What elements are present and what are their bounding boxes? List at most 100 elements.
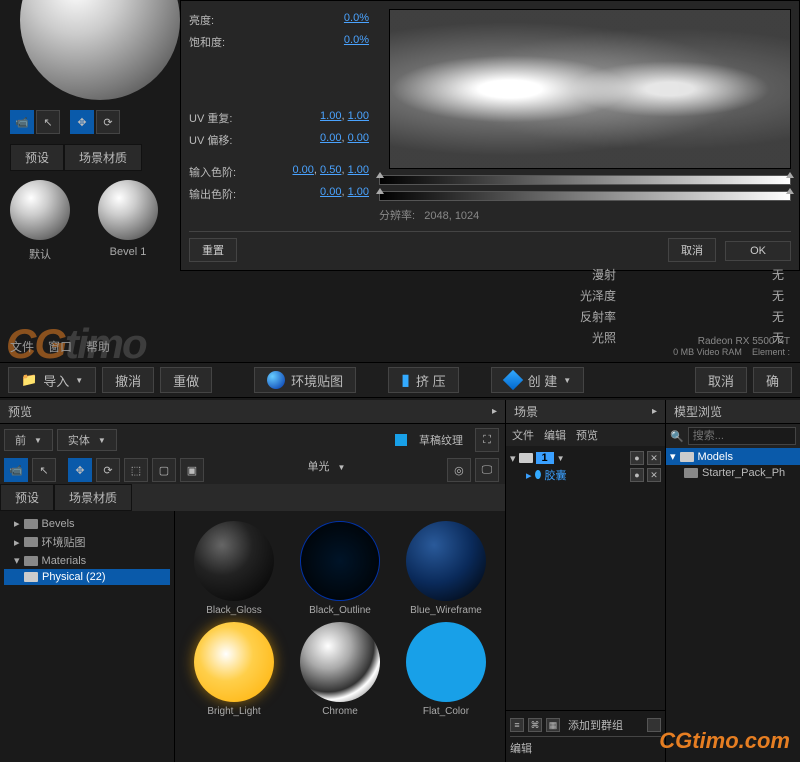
menu-window[interactable]: 窗口 [48, 338, 72, 354]
color-swatch[interactable] [395, 434, 407, 446]
scene-edit-label[interactable]: 编辑 [510, 740, 532, 756]
uv-offset-label: UV 偏移: [189, 132, 232, 148]
in-lvl-3[interactable]: 1.00 [348, 164, 369, 176]
scene-root[interactable]: ▾ 1 ▼ ● ✕ [510, 450, 661, 466]
input-levels-slider[interactable] [379, 175, 791, 185]
tool-icon[interactable]: ▣ [180, 458, 204, 482]
extrude-button[interactable]: ▮挤 压 [388, 367, 458, 393]
scene-menu-preview[interactable]: 预览 [576, 427, 598, 443]
visibility-toggle[interactable]: ● [630, 468, 644, 482]
folder-icon [24, 537, 38, 547]
resolution-label: 分辨率: [379, 210, 415, 222]
material-blue-wireframe[interactable]: Blue_Wireframe [395, 521, 497, 616]
material-flat-color[interactable]: Flat_Color [395, 622, 497, 717]
collapse-icon[interactable]: ▸ [492, 406, 497, 417]
channel-gloss-value[interactable]: 无 [772, 287, 784, 304]
brightness-value[interactable]: 0.0% [344, 12, 369, 28]
collapse-icon[interactable]: ▸ [652, 406, 657, 417]
scene-menu-file[interactable]: 文件 [512, 427, 534, 443]
material-bright-light[interactable]: Bright_Light [183, 622, 285, 717]
scene-item-capsule[interactable]: ▸ ⬮ 胶囊 ● ✕ [510, 466, 661, 484]
envmap-button[interactable]: 环境贴图 [254, 367, 356, 393]
move-icon[interactable]: ✥ [68, 458, 92, 482]
rotate-icon[interactable]: ⟳ [96, 458, 120, 482]
menu-help[interactable]: 帮助 [86, 338, 110, 354]
folder-icon [684, 468, 698, 478]
reset-button[interactable]: 重置 [189, 238, 237, 262]
visibility-toggle[interactable]: ● [630, 451, 644, 465]
model-starter-pack[interactable]: Starter_Pack_Ph [666, 465, 800, 481]
filter-icon[interactable]: ≡ [510, 718, 524, 732]
link-icon[interactable]: ⌘ [528, 718, 542, 732]
tab-scene-materials[interactable]: 场景材质 [64, 144, 142, 171]
environment-settings-dialog: 亮度:0.0% 饱和度:0.0% UV 重复:1.00, 1.00 UV 偏移:… [180, 0, 800, 271]
saturation-value[interactable]: 0.0% [344, 34, 369, 50]
material-black-outline[interactable]: Black_Outline [289, 521, 391, 616]
tab-presets[interactable]: 预设 [10, 144, 64, 171]
menu-file[interactable]: 文件 [10, 338, 34, 354]
folder-icon [24, 572, 38, 582]
environment-preview [389, 9, 791, 169]
add-to-group-label[interactable]: 添加到群组 [568, 717, 623, 733]
tree-physical[interactable]: Physical (22) [4, 569, 170, 585]
import-button[interactable]: 📁导入▼ [8, 367, 96, 393]
material-chrome[interactable]: Chrome [289, 622, 391, 717]
group-icon[interactable]: ▦ [546, 718, 560, 732]
create-button[interactable]: 创 建▼ [491, 367, 585, 393]
uv-offset-y[interactable]: 0.00 [348, 132, 369, 144]
lighting-selector[interactable]: 单光▼ [308, 458, 346, 482]
resolution-value: 2048, 1024 [424, 210, 479, 222]
search-icon: 🔍 [670, 430, 684, 443]
move-icon[interactable]: ✥ [70, 110, 94, 134]
scene-menu-edit[interactable]: 编辑 [544, 427, 566, 443]
scale-icon[interactable]: ⬚ [124, 458, 148, 482]
tab-presets[interactable]: 预设 [0, 484, 54, 511]
redo-button[interactable]: 重做 [160, 367, 212, 393]
delete-button[interactable]: ✕ [647, 451, 661, 465]
channel-reflect-value[interactable]: 无 [772, 308, 784, 325]
tree-materials[interactable]: ▾ Materials [4, 552, 170, 569]
in-lvl-1[interactable]: 0.00 [292, 164, 313, 176]
folder-icon [680, 452, 694, 462]
shading-selector[interactable]: 实体▼ [57, 429, 117, 451]
checkbox[interactable] [647, 718, 661, 732]
uv-repeat-x[interactable]: 1.00 [320, 110, 341, 122]
delete-button[interactable]: ✕ [647, 468, 661, 482]
preset-bevel1[interactable]: Bevel 1 [98, 180, 158, 262]
undo-button[interactable]: 撤消 [102, 367, 154, 393]
saturation-label: 饱和度: [189, 34, 225, 50]
channel-diffuse-value[interactable]: 无 [772, 266, 784, 283]
tree-bevels[interactable]: ▸ Bevels [4, 515, 170, 532]
preset-default[interactable]: 默认 [10, 180, 70, 262]
out-lvl-2[interactable]: 1.00 [348, 186, 369, 198]
output-levels-slider[interactable] [379, 191, 791, 201]
display-icon[interactable]: 🖵 [475, 458, 499, 482]
target-icon[interactable]: ◎ [447, 458, 471, 482]
ok-button[interactable]: OK [725, 241, 791, 261]
models-folder[interactable]: ▾ Models [666, 448, 800, 465]
view-selector[interactable]: 前▼ [4, 429, 53, 451]
camera-icon[interactable]: 📹 [10, 110, 34, 134]
extrude-icon: ▮ [401, 370, 410, 390]
material-black-gloss[interactable]: Black_Gloss [183, 521, 285, 616]
camera-icon[interactable]: 📹 [4, 458, 28, 482]
out-lvl-1[interactable]: 0.00 [320, 186, 341, 198]
cancel-button[interactable]: 取消 [668, 238, 716, 262]
cursor-icon[interactable]: ↖ [32, 458, 56, 482]
uv-repeat-y[interactable]: 1.00 [348, 110, 369, 122]
uv-offset-x[interactable]: 0.00 [320, 132, 341, 144]
main-cancel-button[interactable]: 取消 [695, 367, 747, 393]
tree-envmaps[interactable]: ▸ 环境贴图 [4, 532, 170, 552]
cursor-icon[interactable]: ↖ [36, 110, 60, 134]
input-levels-label: 输入色阶: [189, 164, 236, 180]
fullscreen-icon[interactable]: ⛶ [475, 428, 499, 452]
tab-scene-materials[interactable]: 场景材质 [54, 484, 132, 511]
output-levels-label: 输出色阶: [189, 186, 236, 202]
main-ok-button[interactable]: 确 [753, 367, 792, 393]
in-lvl-2[interactable]: 0.50 [320, 164, 341, 176]
scene-index: 1 [536, 452, 554, 464]
tool-icon[interactable]: ▢ [152, 458, 176, 482]
rotate-icon[interactable]: ⟳ [96, 110, 120, 134]
draft-texture-label[interactable]: 草稿纹理 [419, 432, 463, 448]
search-input[interactable] [688, 427, 796, 445]
